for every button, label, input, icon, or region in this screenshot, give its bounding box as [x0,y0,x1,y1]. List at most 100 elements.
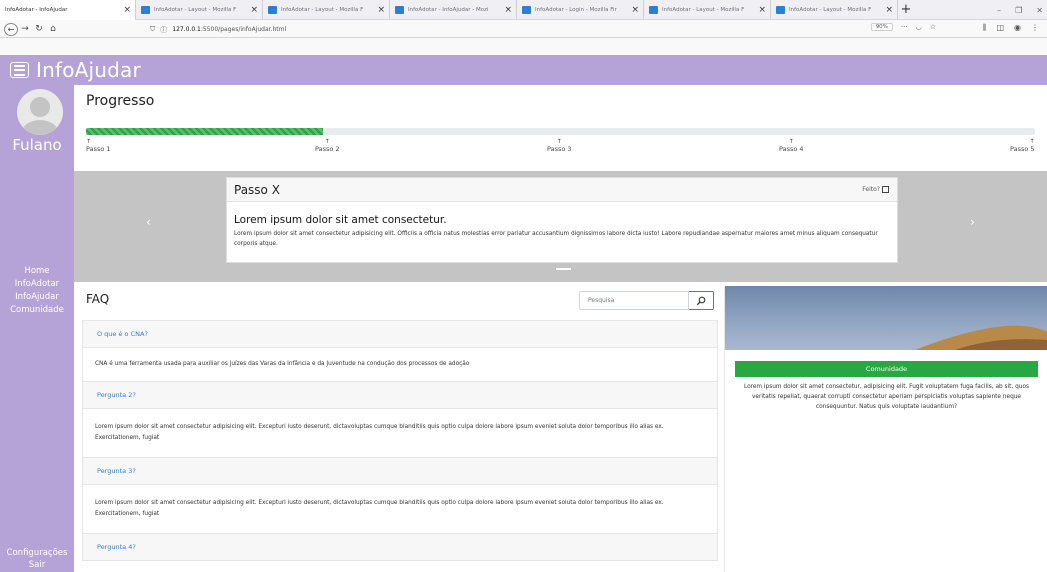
sidebar: Fulano Home InfoAdotar InfoAjudar Comuni… [0,85,74,572]
tab-title: InfoAdotar - Login - Mozilla Fir [535,7,617,13]
close-icon[interactable]: × [885,5,893,15]
sidebar-item-infoajudar[interactable]: InfoAjudar [0,291,74,304]
progress-title: Progresso [86,93,155,109]
step-label: Passo 3 [547,145,572,153]
step-arrow-icon: ↑ [788,138,794,145]
sidebar-bottom-nav: Configurações Sair [0,547,74,571]
step-label: Passo 5 [1010,145,1035,153]
shield-icon: ⛉ [150,25,156,33]
browser-tab[interactable]: InfoAdotar - Layout - Mozilla F × [644,0,771,20]
steps-carousel: ‹ › Passo X Feito? Lorem ipsum dolor sit… [74,171,1047,282]
carousel-prev-icon[interactable]: ‹ [146,215,151,229]
close-icon[interactable]: × [631,5,639,15]
address-bar[interactable]: ⛉ ⓘ 127.0.0.1:5500/pages/infoAjudar.html… [138,23,936,36]
favicon-icon [522,6,531,14]
browser-tab[interactable]: InfoAdotar - Layout - Mozilla F × [136,0,263,20]
step-card-title: Passo X [234,183,280,197]
close-icon[interactable]: × [504,5,512,15]
faq-question[interactable]: Pergunta 4? [82,533,718,561]
browser-tab[interactable]: InfoAdotar - Layout - Mozilla F × [263,0,390,20]
sidebar-item-home[interactable]: Home [0,265,74,278]
checkbox-icon[interactable] [882,186,889,193]
progress-step[interactable]: ↑ Passo 3 [547,138,572,153]
progress-step[interactable]: ↑ Passo 4 [779,138,804,153]
sidebar-item-infoadotar[interactable]: InfoAdotar [0,278,74,291]
tab-title: InfoAdotar - Layout - Mozilla F [281,7,364,13]
menu-icon[interactable]: ⋮ [1031,23,1039,33]
faq-answer-text: Lorem ipsum dolor sit amet consectetur a… [95,500,664,517]
search-button[interactable] [689,291,714,310]
forward-arrow-icon[interactable]: → [18,24,32,34]
close-icon[interactable]: × [377,5,385,15]
progress-bar-fill [86,128,324,135]
reload-icon[interactable]: ↻ [32,24,46,34]
browser-tab[interactable]: InfoAdotar - InfoAjudar - Mozi × [390,0,517,20]
faq-question[interactable]: Pergunta 3? [82,457,718,485]
avatar[interactable] [17,89,63,135]
step-arrow-icon: ↑ [324,138,330,145]
faq-answer-text: CNA é uma ferramenta usada para auxiliar… [95,361,470,367]
minimize-icon[interactable]: – [997,6,1001,15]
main-content: Progresso ↑ Passo 1 ↑ Passo 2 ↑ Passo 3 … [74,85,1047,572]
done-checkbox[interactable]: Feito? [862,186,889,193]
close-icon[interactable]: × [123,5,131,15]
tab-title: InfoAdotar - Layout - Mozilla F [154,7,237,13]
browser-nav-bar: ← → ↻ ⌂ ⛉ ⓘ 127.0.0.1:5500/pages/infoAju… [0,21,1047,38]
search-input[interactable] [579,291,689,310]
community-button[interactable]: Comunidade [735,361,1038,377]
sidebar-item-configuracoes[interactable]: Configurações [0,547,74,559]
avatar-body-shape [21,120,59,135]
close-icon[interactable]: × [250,5,258,15]
avatar-head-shape [30,97,50,117]
close-icon[interactable]: × [758,5,766,15]
progress-step[interactable]: ↑ Passo 2 [315,138,340,153]
browser-tab[interactable]: InfoAdotar - Layout - Mozilla F × [771,0,898,20]
done-label: Feito? [862,186,880,193]
back-arrow-icon[interactable]: ← [4,22,18,36]
step-arrow-icon: ↑ [1029,138,1035,145]
tab-title: InfoAdotar - Layout - Mozilla F [662,7,745,13]
step-arrow-icon: ↑ [556,138,562,145]
home-icon[interactable]: ⌂ [46,24,60,34]
new-tab-icon[interactable]: + [898,0,914,19]
username: Fulano [12,136,62,154]
step-label: Passo 4 [779,145,804,153]
browser-tab-bar: InfoAdotar - InfoAjudar × InfoAdotar - L… [0,0,1047,20]
tab-title: InfoAdotar - InfoAjudar - Mozi [408,7,489,13]
progress-bar [86,128,1035,135]
url-host: 127.0.0.1 [172,26,201,33]
faq-question[interactable]: O que é o CNA? [82,320,718,348]
info-icon[interactable]: ⓘ [160,25,167,35]
faq-list: O que é o CNA? CNA é uma ferramenta usad… [82,320,718,561]
url-path: :5500/pages/infoAjudar.html [200,26,287,33]
progress-step[interactable]: ↑ Passo 1 [86,138,111,153]
search-icon [696,296,706,305]
page-actions-icon[interactable]: ··· [901,23,908,31]
pocket-icon[interactable]: ◡ [916,23,922,31]
window-controls: – ❐ ✕ [997,0,1043,20]
sidebar-item-comunidade[interactable]: Comunidade [0,304,74,317]
sidebar-toggle-icon[interactable]: ◫ [996,23,1004,33]
sidebar-nav: Home InfoAdotar InfoAjudar Comunidade [0,265,74,317]
faq-answer: Lorem ipsum dolor sit amet consectetur a… [82,485,718,533]
account-icon[interactable]: ◉ [1014,23,1021,33]
browser-tab[interactable]: InfoAdotar - Login - Mozilla Fir × [517,0,644,20]
faq-title: FAQ [86,292,110,306]
progress-step[interactable]: ↑ Passo 5 [1010,138,1035,153]
sidebar-item-sair[interactable]: Sair [0,559,74,571]
carousel-next-icon[interactable]: › [970,215,975,229]
faq-question[interactable]: Pergunta 2? [82,381,718,409]
faq-search [579,291,714,310]
bookmark-star-icon[interactable]: ☆ [930,23,936,31]
browser-tab[interactable]: InfoAdotar - InfoAjudar × [0,0,136,20]
zoom-level-badge[interactable]: 90% [870,23,893,31]
library-icon[interactable]: ⫼ [983,23,987,33]
community-panel: Comunidade Lorem ipsum dolor sit amet co… [724,286,1047,572]
hamburger-menu-icon[interactable] [10,62,29,78]
carousel-indicator[interactable] [556,268,571,270]
faq-section: FAQ O que é o CNA? CNA é uma ferramenta … [74,282,724,572]
community-image [725,286,1047,350]
brand-title[interactable]: InfoAjudar [36,58,141,82]
window-close-icon[interactable]: ✕ [1036,6,1043,15]
maximize-icon[interactable]: ❐ [1015,6,1022,15]
